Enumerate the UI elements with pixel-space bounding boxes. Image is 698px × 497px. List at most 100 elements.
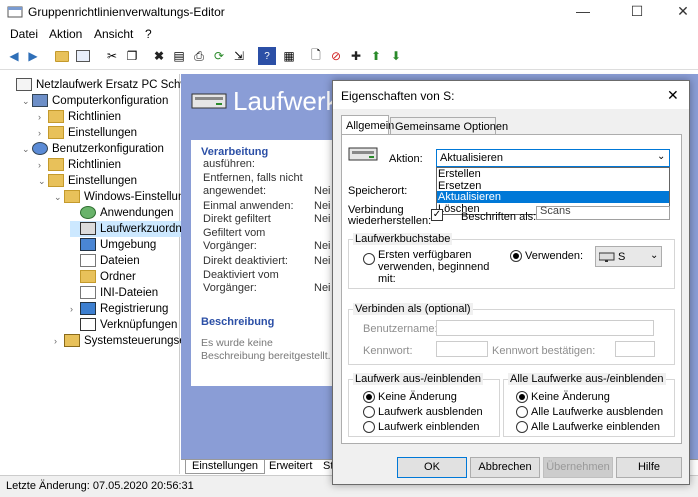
show-all-label: Alle Laufwerke einblenden xyxy=(531,421,661,433)
hide-all-radio[interactable] xyxy=(516,406,528,418)
tree-item[interactable]: INI-Dateien xyxy=(70,285,158,301)
tab-gemeinsame-optionen[interactable]: Gemeinsame Optionen xyxy=(390,117,508,135)
hide-show-all-title: Alle Laufwerke aus-/einblenden xyxy=(508,373,666,385)
action-select[interactable]: Aktualisieren ⌄ xyxy=(436,149,670,167)
label-as-input[interactable]: Scans xyxy=(536,205,670,220)
tree-item[interactable]: Verknüpfungen xyxy=(70,317,177,333)
reconnect-checkbox[interactable]: ✓ xyxy=(431,209,443,221)
expand-chevron-icon[interactable]: › xyxy=(54,333,64,349)
description-heading: Beschreibung xyxy=(201,316,275,328)
location-label: Speicherort: xyxy=(348,185,408,197)
tab-allgemein[interactable]: Allgemein xyxy=(341,115,394,135)
back-icon[interactable]: ◀ xyxy=(5,47,23,65)
minimize-button[interactable]: — xyxy=(560,0,606,24)
show-pane-icon[interactable]: ▦ xyxy=(280,47,298,65)
tree-item-label: Registrierung xyxy=(100,303,169,315)
no-change-label: Keine Änderung xyxy=(378,391,457,403)
drive-letter-select[interactable]: S ⌄ xyxy=(595,246,662,267)
all-no-change-radio[interactable] xyxy=(516,391,528,403)
ini-icon xyxy=(80,286,96,300)
expand-chevron-icon[interactable]: ⌄ xyxy=(54,189,64,205)
main-title: Laufwerk xyxy=(233,86,339,116)
hide-show-title: Laufwerk aus-/einblenden xyxy=(353,373,483,385)
tree-item[interactable]: › Richtlinien xyxy=(38,157,121,173)
window-title: Gruppenrichtlinienverwaltungs-Editor xyxy=(28,5,225,19)
tree-item-label: Einstellungen xyxy=(68,127,138,139)
forward-icon[interactable]: ▶ xyxy=(24,47,42,65)
expand-chevron-icon[interactable]: › xyxy=(38,109,48,125)
tab-einstellungen[interactable]: Einstellungen xyxy=(185,460,266,474)
close-button[interactable]: ✕ xyxy=(660,0,698,24)
stop-icon[interactable]: ⊘ xyxy=(327,47,345,65)
no-change-radio[interactable] xyxy=(363,391,375,403)
folder-icon xyxy=(48,110,64,124)
expand-chevron-icon[interactable]: ⌄ xyxy=(22,141,32,157)
properties-icon[interactable]: ▤ xyxy=(170,47,188,65)
menu-datei[interactable]: Datei xyxy=(10,27,38,41)
tree-item[interactable]: Netzlaufwerk Ersatz PC Schweiz xyxy=(6,77,203,93)
processing-row-value: Nei xyxy=(314,255,331,267)
first-available-radio[interactable] xyxy=(363,253,375,265)
hide-drive-radio[interactable] xyxy=(363,406,375,418)
menu-help[interactable]: ? xyxy=(145,27,152,41)
dialog-close-button[interactable]: ✕ xyxy=(667,87,679,104)
tree-item[interactable]: ⌄ Einstellungen xyxy=(38,173,137,189)
connect-as-title: Verbinden als (optional) xyxy=(353,303,473,315)
tab-erweitert[interactable]: Erweitert xyxy=(263,460,318,474)
folder-icon xyxy=(48,158,64,172)
cut-icon[interactable]: ✂ xyxy=(103,47,121,65)
username-input[interactable] xyxy=(436,320,654,336)
expand-chevron-icon[interactable]: › xyxy=(70,301,80,317)
show-drive-radio[interactable] xyxy=(363,421,375,433)
help-button[interactable]: Hilfe xyxy=(616,457,682,478)
tree-item[interactable]: › Richtlinien xyxy=(38,109,121,125)
tree-item[interactable]: ⌄ Benutzerkonfiguration xyxy=(22,141,164,157)
tab-allgemein-label: Allgemein xyxy=(346,120,395,132)
tree-item-label: Umgebung xyxy=(100,239,157,251)
add-icon[interactable]: ✚ xyxy=(347,47,365,65)
move-down-icon[interactable]: ⬇ xyxy=(387,47,405,65)
refresh-icon[interactable]: ⟳ xyxy=(210,47,228,65)
expand-chevron-icon[interactable]: ⌄ xyxy=(22,93,32,109)
applications-icon xyxy=(80,206,96,220)
tree-item-label: Einstellungen xyxy=(68,175,138,187)
help-icon[interactable]: ? xyxy=(258,47,276,65)
password-input[interactable] xyxy=(436,341,488,357)
expand-chevron-icon[interactable]: › xyxy=(38,125,48,141)
folder-icon xyxy=(80,270,96,284)
menu-ansicht[interactable]: Ansicht xyxy=(94,27,133,41)
drive-map-icon xyxy=(191,90,227,115)
move-up-icon[interactable]: ⬆ xyxy=(367,47,385,65)
processing-row-label: Gefiltert vom Vorgänger: xyxy=(203,227,266,252)
maximize-button[interactable]: ☐ xyxy=(614,0,660,24)
dialog-title: Eigenschaften von S: xyxy=(341,89,455,103)
show-hide-tree-icon[interactable] xyxy=(74,47,92,65)
shortcut-icon xyxy=(80,318,96,332)
expand-chevron-icon[interactable]: ⌄ xyxy=(38,173,48,189)
apply-button[interactable]: Übernehmen xyxy=(543,457,613,478)
folder-icon xyxy=(48,126,64,140)
up-folder-icon[interactable] xyxy=(53,47,71,65)
tree-item[interactable]: Dateien xyxy=(70,253,140,269)
ok-button[interactable]: OK xyxy=(397,457,467,478)
delete-icon[interactable]: ✖ xyxy=(150,47,168,65)
tree-item[interactable]: Anwendungen xyxy=(70,205,174,221)
cancel-button[interactable]: Abbrechen xyxy=(470,457,540,478)
document-icon[interactable]: 🗋 xyxy=(307,47,325,65)
tree-item[interactable]: Ordner xyxy=(70,269,136,285)
expand-chevron-icon[interactable]: › xyxy=(38,157,48,173)
tree-item[interactable]: Umgebung xyxy=(70,237,156,253)
option-erstellen[interactable]: Erstellen xyxy=(438,168,668,180)
print-icon[interactable]: ⎙ xyxy=(190,47,208,65)
confirm-password-input[interactable] xyxy=(615,341,655,357)
option-aktualisieren[interactable]: Aktualisieren xyxy=(437,191,669,203)
tree-item[interactable]: › Einstellungen xyxy=(38,125,137,141)
export-icon[interactable]: ⇲ xyxy=(230,47,248,65)
show-all-radio[interactable] xyxy=(516,421,528,433)
tree-item[interactable]: ⌄ Computerkonfiguration xyxy=(22,93,168,109)
title-bar: Gruppenrichtlinienverwaltungs-Editor — ☐… xyxy=(0,0,698,24)
menu-aktion[interactable]: Aktion xyxy=(49,27,82,41)
copy-icon[interactable]: ❐ xyxy=(123,47,141,65)
use-radio[interactable] xyxy=(510,250,522,262)
tree-item[interactable]: › Registrierung xyxy=(70,301,168,317)
